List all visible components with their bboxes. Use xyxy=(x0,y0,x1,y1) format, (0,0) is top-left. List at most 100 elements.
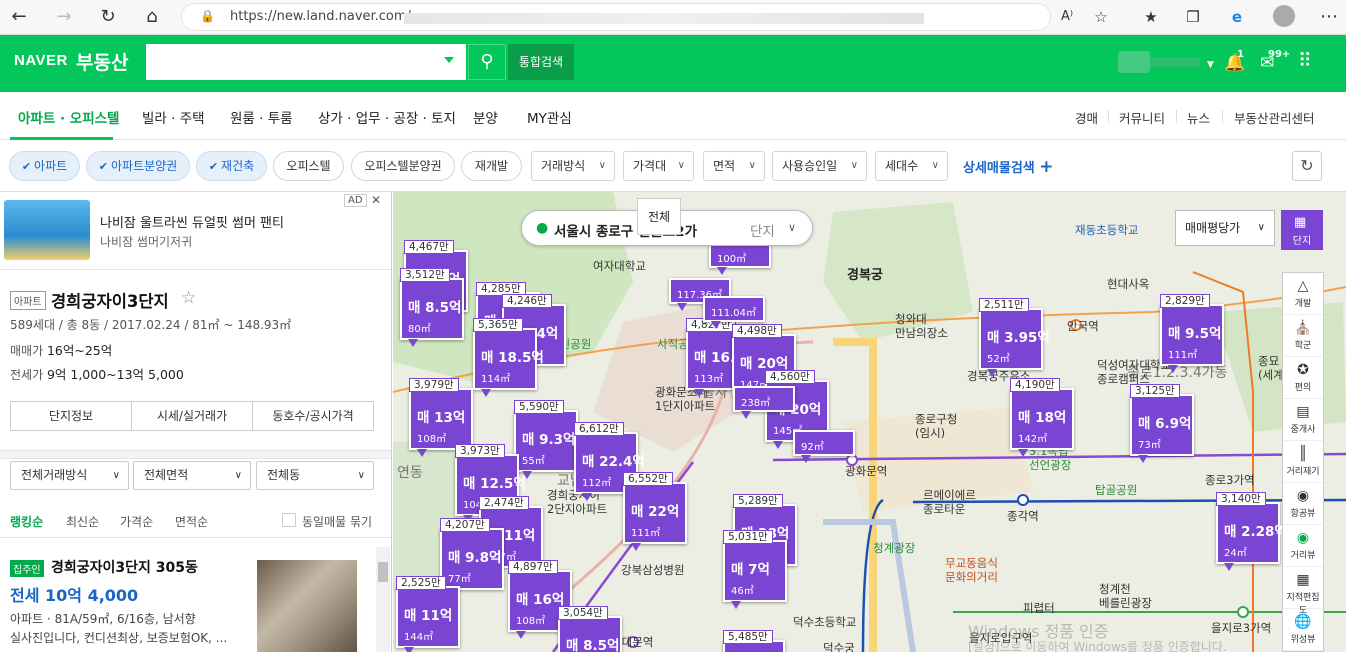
ad-title[interactable]: 나비잠 울트라씬 듀얼핏 썸머 팬티 xyxy=(100,212,284,231)
read-aloud-icon[interactable]: A⁾ xyxy=(1054,5,1080,29)
sort-price[interactable]: 가격순 xyxy=(120,513,153,530)
nav-commercial[interactable]: 상가 · 업무 · 공장 · 토지 xyxy=(318,107,456,127)
price-marker[interactable]: 4,190만 매 18억 142㎡ xyxy=(1010,378,1074,457)
profile-icon[interactable] xyxy=(1271,5,1297,29)
price-marker[interactable]: 3,979만 매 13억 108㎡ xyxy=(409,378,473,457)
chip-apartment[interactable]: ✔ 아파트 xyxy=(9,151,80,181)
nav-my-interest[interactable]: MY관심 xyxy=(527,107,572,127)
apps-grid-icon[interactable]: ⠿ xyxy=(1298,50,1312,72)
nav-villa[interactable]: 빌라 · 주택 xyxy=(142,107,205,127)
nav-agent-center[interactable]: 부동산관리센터 xyxy=(1234,108,1315,127)
price-marker[interactable]: 5,031만 매 7억 46㎡ xyxy=(723,530,787,609)
select-deal-type[interactable]: 거래방식 ∨ xyxy=(531,151,615,181)
listing-photo[interactable] xyxy=(257,560,357,652)
nav-community[interactable]: 커뮤니티 xyxy=(1119,108,1165,127)
tool-measure[interactable]: ║ 거리재기 xyxy=(1283,441,1323,483)
search-input[interactable] xyxy=(146,44,466,80)
chip-apartment-presale[interactable]: ✔ 아파트분양권 xyxy=(86,151,190,181)
map-view[interactable]: 경복궁 안국역 종로3가역 종각역 광화문역 을지로입구역 을지로3가역 서대문… xyxy=(393,192,1346,652)
search-icon[interactable]: ⚲ xyxy=(468,44,506,80)
nav-presale[interactable]: 분양 xyxy=(473,107,498,127)
select-households[interactable]: 세대수 ∨ xyxy=(875,151,948,181)
ad-banner[interactable]: 나비잠 울트라씬 듀얼핏 썸머 팬티 나비잠 썸머기저귀 AD ✕ xyxy=(0,192,391,270)
complex-toggle-button[interactable]: ▦ 단지 xyxy=(1281,210,1323,250)
tab-unit-price[interactable]: 동호수/공시가격 xyxy=(253,402,373,430)
select-all-buildings[interactable]: 전체동 ∨ xyxy=(256,461,374,490)
select-all-areas[interactable]: 전체면적 ∨ xyxy=(133,461,251,490)
select-price[interactable]: 가격대 ∨ xyxy=(623,151,694,181)
reload-icon[interactable]: ↻ xyxy=(95,5,121,29)
tool-cadastral[interactable]: ▦ 지적편집도 xyxy=(1283,567,1323,616)
service-title[interactable]: 부동산 xyxy=(76,48,128,75)
tool-satellite[interactable]: 🌐 위성뷰 xyxy=(1283,609,1323,651)
integrated-search-button[interactable]: 통합검색 xyxy=(508,44,574,80)
refresh-icon[interactable]: ↻ xyxy=(1292,151,1322,181)
price-marker[interactable]: 2,511만 매 3.95억 52㎡ xyxy=(979,298,1050,377)
select-all-deals[interactable]: 전체거래방식 ∨ xyxy=(10,461,129,490)
price-marker[interactable]: 2,829만 매 9.5억 111㎡ xyxy=(1160,294,1224,373)
scrollbar-thumb[interactable] xyxy=(378,562,388,582)
tab-price-history[interactable]: 시세/실거래가 xyxy=(132,402,253,430)
more-icon[interactable]: ⋯ xyxy=(1316,5,1342,29)
select-approval-date[interactable]: 사용승인일 ∨ xyxy=(772,151,867,181)
price-marker[interactable]: 3,054만 매 8.5억 xyxy=(558,606,622,652)
main-nav: 아파트 · 오피스텔 빌라 · 주택 원룸 · 투룸 상가 · 업무 · 공장 … xyxy=(0,92,1346,140)
favorite-star-icon[interactable]: ☆ xyxy=(181,288,196,308)
add-favorite-icon[interactable]: ☆ xyxy=(1088,5,1114,29)
chip-reconstruction[interactable]: ✔ 재건축 xyxy=(196,151,267,181)
tool-agent[interactable]: ▤ 중개사 xyxy=(1283,399,1323,441)
user-name-redacted[interactable] xyxy=(1150,57,1200,67)
chip-redevelopment[interactable]: 재개발 xyxy=(461,151,522,181)
price-marker[interactable]: 5,590만 매 9.3억 55㎡ xyxy=(514,400,578,479)
sort-latest[interactable]: 최신순 xyxy=(66,513,99,530)
user-avatar[interactable] xyxy=(1118,51,1150,73)
price-marker[interactable]: 5,365만 매 18.5억 114㎡ xyxy=(473,318,544,397)
price-marker[interactable]: 4,207만 매 9.8억 77㎡ xyxy=(440,518,504,597)
price-marker[interactable]: 2,525만 매 11억 144㎡ xyxy=(396,576,460,652)
group-same-label[interactable]: 동일매물 묶기 xyxy=(302,513,372,530)
tool-aerial[interactable]: ◉ 항공뷰 xyxy=(1283,483,1323,525)
edge-icon[interactable]: e xyxy=(1224,5,1250,29)
list-item[interactable]: 집주인 경희궁자이3단지 305동 전세 10억 4,000 아파트 · 81A… xyxy=(0,550,391,652)
price-marker[interactable]: 3,125만 매 6.9억 73㎡ xyxy=(1130,384,1194,463)
sort-area[interactable]: 면적순 xyxy=(175,513,208,530)
naver-logo[interactable]: NAVER xyxy=(14,52,68,69)
area-marker[interactable]: 92㎡ xyxy=(793,430,855,463)
close-icon[interactable]: ✕ xyxy=(371,193,381,207)
tool-convenience[interactable]: ✪ 편의 xyxy=(1283,357,1323,399)
ad-image[interactable] xyxy=(4,200,90,260)
scrollbar[interactable] xyxy=(376,547,390,652)
nav-news[interactable]: 뉴스 xyxy=(1187,108,1210,127)
area-marker[interactable]: 111.04㎡ xyxy=(703,296,765,329)
tab-complex-info[interactable]: 단지정보 xyxy=(11,402,132,430)
favorites-icon[interactable]: ★ xyxy=(1138,5,1164,29)
address-bar[interactable]: 🔒 https://new.land.naver.com/ xyxy=(181,3,1051,31)
collections-icon[interactable]: ❐ xyxy=(1180,5,1206,29)
map-label: 덕수궁 xyxy=(823,641,855,652)
chip-officetel[interactable]: 오피스텔 xyxy=(273,151,344,181)
group-same-checkbox[interactable] xyxy=(282,513,296,527)
tool-development[interactable]: △ 개발 xyxy=(1283,273,1323,315)
home-icon[interactable]: ⌂ xyxy=(139,5,165,29)
price-marker[interactable]: 6,552만 매 22억 111㎡ xyxy=(623,472,687,551)
detail-search-button[interactable]: 상세매물검색 + xyxy=(963,157,1054,177)
price-type-select[interactable]: 매매평당가 ∨ xyxy=(1175,210,1275,246)
chip-officetel-presale[interactable]: 오피스텔분양권 xyxy=(351,151,455,181)
tool-streetview[interactable]: ◉ 거리뷰 xyxy=(1283,525,1323,567)
price-marker[interactable]: 3,512만 매 8.5억 80㎡ xyxy=(400,268,464,347)
price-marker[interactable]: 3,140만 매 2.28억 24㎡ xyxy=(1216,492,1287,571)
nav-oneroom[interactable]: 원룸 · 투룸 xyxy=(230,107,293,127)
tool-school[interactable]: ⛪ 학군 xyxy=(1283,315,1323,357)
nav-apartment[interactable]: 아파트 · 오피스텔 xyxy=(18,107,119,127)
ruler-icon: ║ xyxy=(1298,446,1308,462)
lock-icon[interactable]: 🔒 xyxy=(200,9,215,23)
chevron-down-icon[interactable]: ▼ xyxy=(1207,60,1214,70)
select-area[interactable]: 면적 ∨ xyxy=(703,151,765,181)
forward-icon[interactable]: → xyxy=(51,5,77,29)
nav-auction[interactable]: 경매 xyxy=(1075,108,1098,127)
area-marker[interactable]: 238㎡ xyxy=(733,386,795,419)
search-dropdown-icon[interactable] xyxy=(444,57,454,63)
sort-ranking[interactable]: 랭킹순 xyxy=(10,513,43,530)
price-marker[interactable]: 5,485만 xyxy=(723,630,785,652)
back-icon[interactable]: ← xyxy=(6,5,32,29)
